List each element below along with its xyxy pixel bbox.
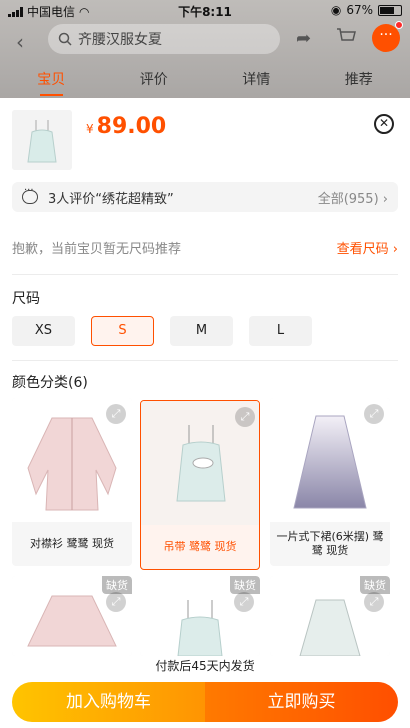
size-option-xs[interactable]: XS — [12, 316, 75, 346]
lock-rotation-icon: ◉ — [330, 3, 342, 17]
status-bar: 中国电信 ◠ 下午8:11 ◉ 67% — [0, 0, 410, 22]
color-label: 颜色分类(6) — [12, 375, 88, 391]
more-icon[interactable]: ··· — [372, 21, 403, 52]
shipping-note: 付款后45天内发货 — [0, 656, 410, 676]
sku-sheet: ¥ 89.00 ✕ 3人评价“绣花超精致” 全部(955) › 抱歉，当前宝贝暂… — [0, 98, 410, 728]
color-option-skirt[interactable]: ⤢ 一片式下裙(6米摆) 鹭鹭 现货 — [270, 398, 390, 566]
currency-symbol: ¥ — [86, 122, 94, 136]
size-recommendation: 抱歉，当前宝贝暂无尺码推荐 查看尺码 › — [12, 238, 398, 257]
product-price: ¥ 89.00 — [86, 114, 166, 139]
color-option-6[interactable]: 缺货 ⤢ — [270, 576, 390, 656]
size-option-m[interactable]: M — [170, 316, 233, 346]
page-header: 中国电信 ◠ 下午8:11 ◉ 67% ‹ 齐腰汉服女夏 ➦ ··· 宝贝 评价… — [0, 0, 410, 100]
search-bar[interactable]: 齐腰汉服女夏 — [48, 24, 280, 54]
size-label: 尺码 — [12, 291, 40, 307]
expand-icon[interactable]: ⤢ — [106, 404, 126, 424]
buy-now-button[interactable]: 立即购买 — [205, 682, 398, 722]
size-options: XS S M L — [12, 316, 312, 346]
review-summary[interactable]: 3人评价“绣花超精致” 全部(955) › — [12, 182, 398, 212]
option-image: ⤢ — [141, 401, 259, 525]
expand-icon[interactable]: ⤢ — [235, 407, 255, 427]
close-icon[interactable]: ✕ — [374, 114, 394, 134]
tab-item[interactable]: 宝贝 — [0, 68, 103, 98]
back-icon[interactable]: ‹ — [16, 30, 24, 54]
nav-bar: ‹ 齐腰汉服女夏 ➦ ··· — [0, 21, 410, 58]
review-all-link[interactable]: 全部(955) › — [318, 188, 388, 207]
option-image: ⤢ — [270, 398, 390, 522]
search-text: 齐腰汉服女夏 — [78, 32, 162, 48]
tab-reviews[interactable]: 评价 — [103, 68, 206, 98]
battery-percent: 67% — [346, 3, 373, 17]
color-option-jacket[interactable]: ⤢ 对襟衫 鹭鹭 现货 — [12, 398, 132, 566]
review-text: 3人评价“绣花超精致” — [48, 191, 174, 207]
color-option-5[interactable]: 缺货 ⤢ — [140, 576, 260, 656]
option-caption: 一片式下裙(6米摆) 鹭鹭 现货 — [276, 530, 384, 557]
option-caption: 对襟衫 鹭鹭 现货 — [30, 537, 114, 550]
color-option-camisole[interactable]: ⤢ 吊带 鹭鹭 现货 — [140, 400, 260, 570]
divider — [12, 360, 398, 361]
search-icon — [58, 32, 72, 46]
size-option-s[interactable]: S — [91, 316, 154, 346]
option-image: ⤢ — [12, 398, 132, 522]
product-thumbnail[interactable] — [12, 110, 72, 170]
tab-recommend[interactable]: 推荐 — [308, 68, 410, 98]
color-option-4[interactable]: 缺货 ⤢ — [12, 576, 132, 656]
share-icon[interactable]: ➦ — [296, 28, 311, 49]
option-image: 缺货 ⤢ — [270, 576, 390, 656]
price-value: 89.00 — [96, 114, 167, 139]
size-option-l[interactable]: L — [249, 316, 312, 346]
battery-icon — [378, 4, 402, 16]
cart-icon[interactable] — [336, 28, 356, 51]
comment-icon — [22, 185, 38, 204]
option-image: 缺货 ⤢ — [140, 576, 260, 656]
notification-dot — [395, 21, 403, 29]
size-tip-text: 抱歉，当前宝贝暂无尺码推荐 — [12, 242, 182, 257]
expand-icon[interactable]: ⤢ — [234, 592, 254, 612]
expand-icon[interactable]: ⤢ — [364, 592, 384, 612]
divider — [12, 274, 398, 275]
expand-icon[interactable]: ⤢ — [106, 592, 126, 612]
add-to-cart-button[interactable]: 加入购物车 — [12, 682, 205, 722]
option-caption: 吊带 鹭鹭 现货 — [163, 540, 237, 553]
tab-details[interactable]: 详情 — [205, 68, 308, 98]
size-chart-link[interactable]: 查看尺码 › — [337, 238, 398, 257]
expand-icon[interactable]: ⤢ — [364, 404, 384, 424]
option-image: 缺货 ⤢ — [12, 576, 132, 656]
tab-bar: 宝贝 评价 详情 推荐 — [0, 68, 410, 98]
